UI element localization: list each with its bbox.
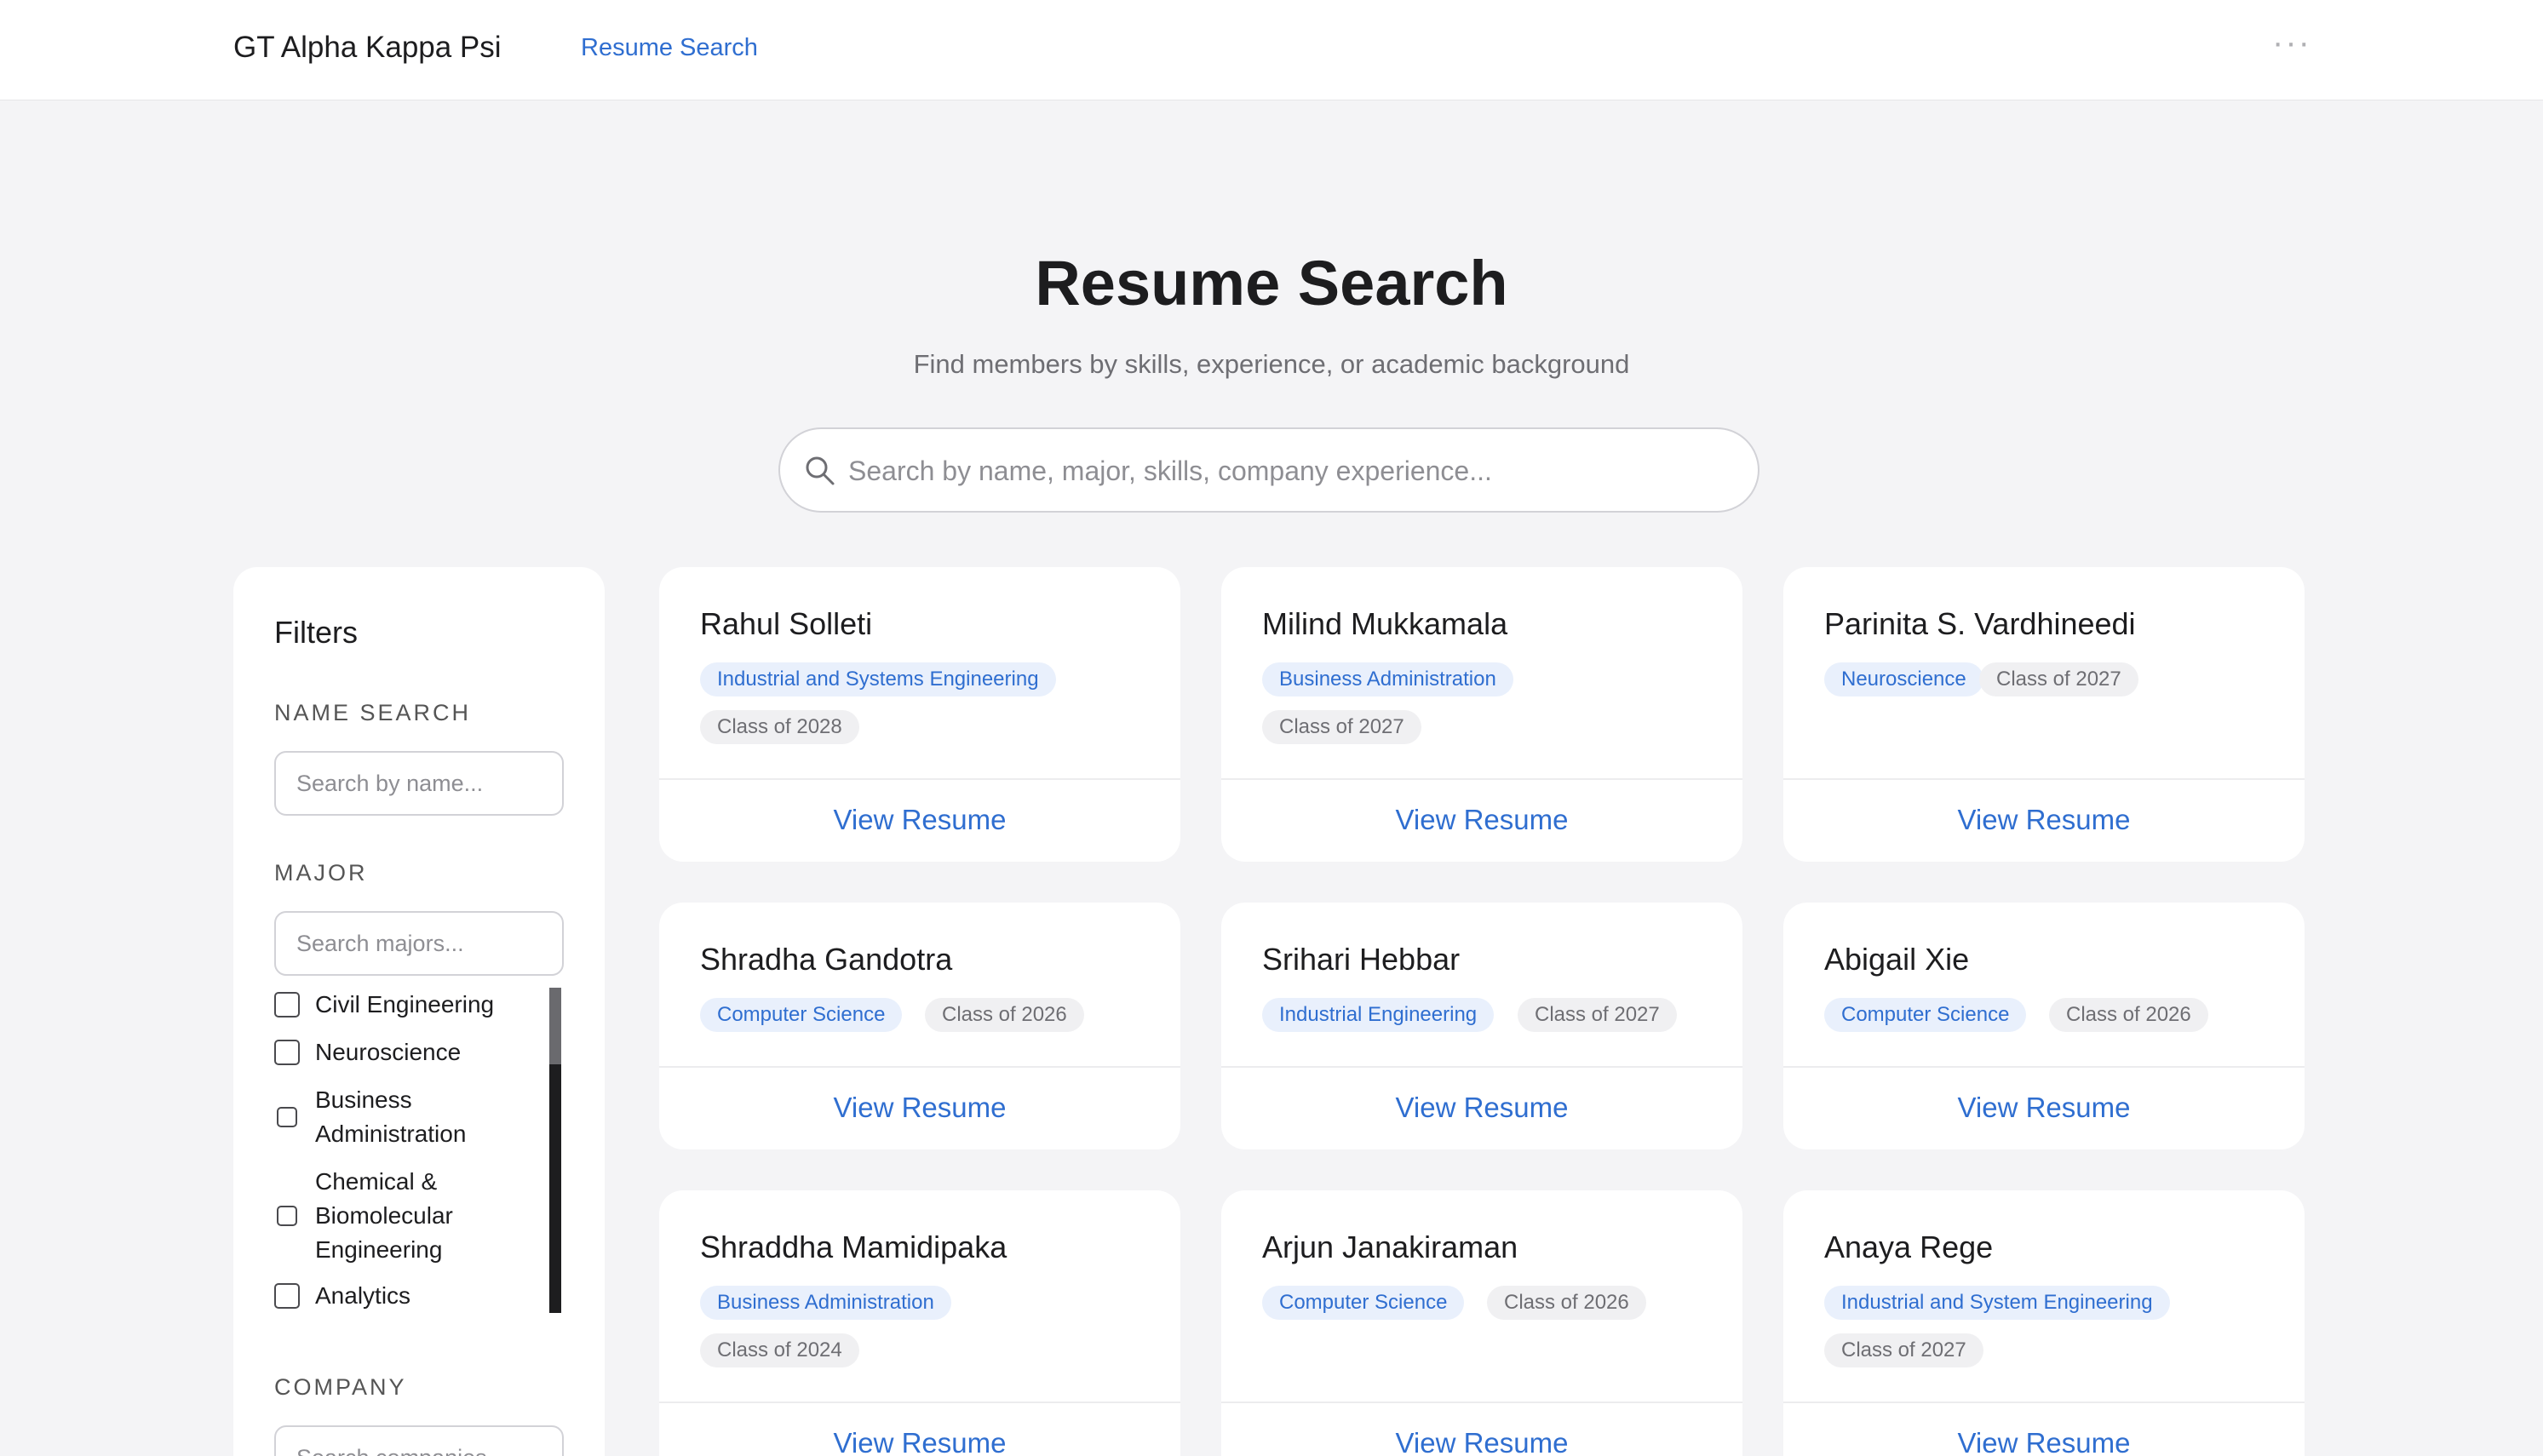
class-tag: Class of 2028 <box>700 710 859 744</box>
checkbox[interactable] <box>274 1283 300 1309</box>
major-tag: Business Administration <box>1262 662 1513 696</box>
card-divider <box>1221 1402 1742 1403</box>
card-divider <box>659 1066 1180 1068</box>
member-name: Anaya Rege <box>1824 1230 1994 1264</box>
card-divider <box>659 778 1180 780</box>
major-list-scrollbar[interactable] <box>549 988 561 1313</box>
major-option-analytics[interactable]: Analytics <box>274 1279 521 1313</box>
major-search-input[interactable] <box>274 911 564 976</box>
major-tag: Industrial and Systems Engineering <box>700 662 1056 696</box>
member-name: Arjun Janakiraman <box>1262 1230 1518 1264</box>
member-card: Rahul Solleti Industrial and Systems Eng… <box>659 567 1180 862</box>
card-divider <box>1221 778 1742 780</box>
member-name: Abigail Xie <box>1824 942 1970 977</box>
member-card: Shraddha Mamidipaka Business Administrat… <box>659 1190 1180 1456</box>
major-option-label: Civil Engineering <box>315 991 495 1017</box>
filters-panel: Filters NAME SEARCH MAJOR Civil Engineer… <box>233 567 605 1456</box>
major-filter-label: MAJOR <box>274 860 368 886</box>
major-tag: Industrial and System Engineering <box>1824 1286 2170 1320</box>
page-subtitle: Find members by skills, experience, or a… <box>913 349 1630 379</box>
checkbox[interactable] <box>277 1107 297 1127</box>
view-resume-button[interactable]: View Resume <box>659 1427 1180 1456</box>
major-option-label: Chemical & Biomolecular Engineering <box>315 1168 453 1263</box>
view-resume-button[interactable]: View Resume <box>659 804 1180 836</box>
name-search-label: NAME SEARCH <box>274 700 472 725</box>
filters-title: Filters <box>274 615 358 650</box>
scrollbar-thumb[interactable] <box>549 988 561 1064</box>
major-option-label: Analytics <box>315 1282 411 1309</box>
major-option-label: Neuroscience <box>315 1039 462 1065</box>
member-card: Srihari Hebbar Industrial Engineering Cl… <box>1221 903 1742 1149</box>
card-divider <box>1221 1066 1742 1068</box>
major-tag: Computer Science <box>700 998 903 1032</box>
view-resume-button[interactable]: View Resume <box>1221 1092 1742 1124</box>
major-option-label: Business Administration <box>315 1086 467 1147</box>
top-navigation: GT Alpha Kappa Psi Resume Search ··· <box>0 0 2543 100</box>
main-search-bar[interactable] <box>778 427 1759 513</box>
main-search-input[interactable] <box>848 446 1734 496</box>
company-search-input[interactable] <box>274 1425 564 1456</box>
view-resume-button[interactable]: View Resume <box>1221 804 1742 836</box>
major-tag: Computer Science <box>1824 998 2027 1032</box>
member-card: Anaya Rege Industrial and System Enginee… <box>1783 1190 2305 1456</box>
member-name: Milind Mukkamala <box>1262 606 1508 641</box>
class-tag: Class of 2027 <box>1518 998 1677 1032</box>
view-resume-button[interactable]: View Resume <box>1783 1427 2305 1456</box>
member-name: Shraddha Mamidipaka <box>700 1230 1007 1264</box>
card-divider <box>659 1402 1180 1403</box>
member-name: Srihari Hebbar <box>1262 942 1461 977</box>
major-tag: Business Administration <box>700 1286 951 1320</box>
major-option-chemical-biomolecular-engineering[interactable]: Chemical & Biomolecular Engineering <box>274 1165 521 1267</box>
major-tag: Neuroscience <box>1824 662 1983 696</box>
major-option-business-administration[interactable]: Business Administration <box>274 1083 521 1151</box>
class-tag: Class of 2027 <box>1262 710 1421 744</box>
view-resume-button[interactable]: View Resume <box>659 1092 1180 1124</box>
class-tag: Class of 2024 <box>700 1333 859 1367</box>
member-card: Parinita S. Vardhineedi Neuroscience Cla… <box>1783 567 2305 862</box>
name-search-input[interactable] <box>274 751 564 816</box>
nav-link-resume-search[interactable]: Resume Search <box>581 34 758 62</box>
major-option-civil-engineering[interactable]: Civil Engineering <box>274 988 521 1022</box>
card-divider <box>1783 1402 2305 1403</box>
card-divider <box>1783 778 2305 780</box>
member-card: Abigail Xie Computer Science Class of 20… <box>1783 903 2305 1149</box>
major-option-neuroscience[interactable]: Neuroscience <box>274 1035 521 1069</box>
major-tag: Industrial Engineering <box>1262 998 1495 1032</box>
checkbox[interactable] <box>274 1040 300 1065</box>
member-card: Milind Mukkamala Business Administration… <box>1221 567 1742 862</box>
class-tag: Class of 2026 <box>2049 998 2208 1032</box>
search-icon <box>806 456 835 485</box>
company-filter-label: COMPANY <box>274 1374 407 1400</box>
checkbox[interactable] <box>274 992 300 1017</box>
member-card: Arjun Janakiraman Computer Science Class… <box>1221 1190 1742 1456</box>
class-tag: Class of 2026 <box>925 998 1084 1032</box>
card-divider <box>1783 1066 2305 1068</box>
page-title: Resume Search <box>1035 248 1508 318</box>
brand-logo-text[interactable]: GT Alpha Kappa Psi <box>233 31 502 65</box>
member-name: Shradha Gandotra <box>700 942 953 977</box>
member-card: Shradha Gandotra Computer Science Class … <box>659 903 1180 1149</box>
class-tag: Class of 2026 <box>1487 1286 1646 1320</box>
view-resume-button[interactable]: View Resume <box>1783 1092 2305 1124</box>
major-checkbox-list[interactable]: Civil Engineering Neuroscience Business … <box>274 988 530 1313</box>
major-tag: Computer Science <box>1262 1286 1465 1320</box>
view-resume-button[interactable]: View Resume <box>1221 1427 1742 1456</box>
member-name: Parinita S. Vardhineedi <box>1824 606 2136 641</box>
class-tag: Class of 2027 <box>1824 1333 1983 1367</box>
class-tag: Class of 2027 <box>1979 662 2138 696</box>
member-name: Rahul Solleti <box>700 606 873 641</box>
view-resume-button[interactable]: View Resume <box>1783 804 2305 836</box>
checkbox[interactable] <box>277 1206 297 1226</box>
more-options-icon[interactable]: ··· <box>2272 24 2311 62</box>
